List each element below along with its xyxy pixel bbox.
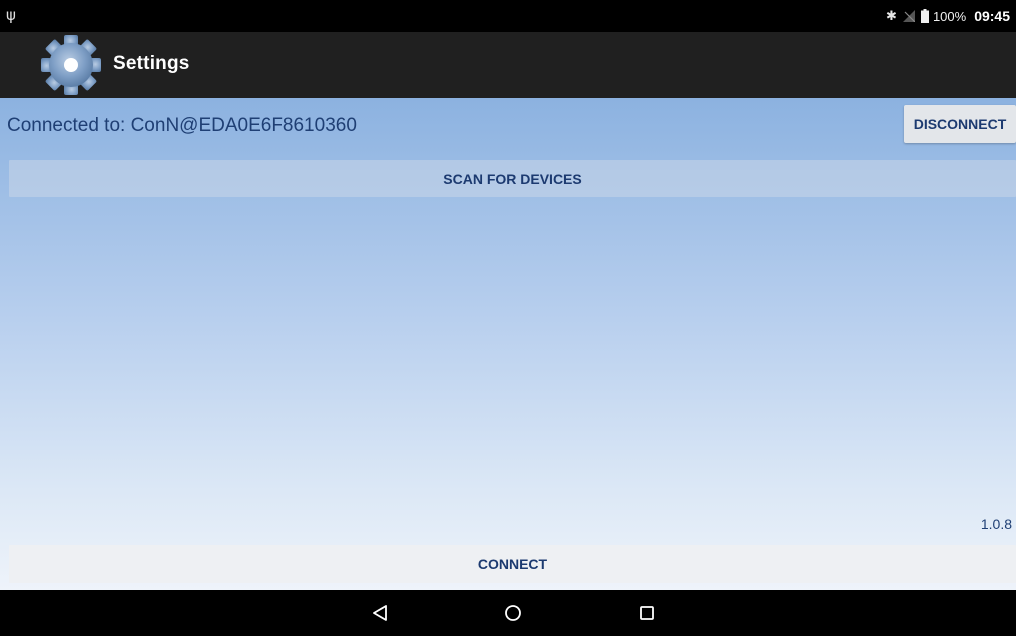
battery-icon (920, 9, 929, 23)
action-bar: Settings (0, 32, 1016, 98)
recents-icon (639, 605, 655, 621)
back-icon (371, 604, 389, 622)
battery-percent: 100% (932, 8, 967, 24)
bluetooth-icon: ✱ (886, 8, 897, 24)
connect-button[interactable]: CONNECT (9, 545, 1016, 583)
usb-icon: ψ (6, 6, 16, 24)
scan-for-devices-button[interactable]: SCAN FOR DEVICES (9, 160, 1016, 197)
version-label: 1.0.8 (980, 516, 1012, 532)
navigation-bar (0, 590, 1016, 636)
recents-button[interactable] (617, 590, 677, 636)
back-button[interactable] (350, 590, 410, 636)
disconnect-button[interactable]: DISCONNECT (904, 105, 1016, 143)
page-title: Settings (113, 53, 190, 74)
status-icons: ✱ 100% 09:45 (886, 0, 1010, 32)
main-content: Connected to: ConN@EDA0E6F8610360 DISCON… (0, 98, 1016, 590)
home-icon (504, 604, 522, 622)
connection-status: Connected to: ConN@EDA0E6F8610360 (7, 115, 357, 136)
no-signal-icon (902, 10, 915, 22)
home-button[interactable] (483, 590, 543, 636)
clock: 09:45 (974, 8, 1010, 24)
status-bar: ψ ✱ 100% 09:45 (0, 0, 1016, 32)
device-list[interactable] (9, 201, 1016, 501)
gear-icon[interactable] (36, 33, 106, 97)
